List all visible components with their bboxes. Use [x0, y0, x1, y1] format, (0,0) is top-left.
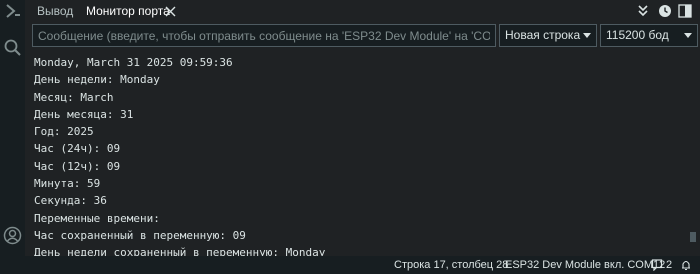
sketch-icon[interactable]: [3, 2, 22, 21]
serial-output[interactable]: Monday, March 31 2025 09:59:36 День неде…: [34, 54, 674, 259]
output-line: Час сохраненный в переменную: 09: [34, 228, 246, 242]
bell-icon[interactable]: [680, 259, 692, 271]
notification-count: 2: [666, 259, 673, 271]
send-row: Новая строка 115200 бод: [32, 24, 700, 47]
output-line: День месяца: 31: [34, 107, 134, 121]
chevron-down-icon: [684, 33, 692, 38]
close-icon[interactable]: [165, 6, 176, 17]
chevron-down-icon: [583, 33, 591, 38]
panel-icon[interactable]: [678, 4, 692, 18]
tab-serial-monitor[interactable]: Монитор порта: [86, 0, 170, 23]
activity-bar: [0, 0, 25, 274]
output-line: День недели: Monday: [34, 73, 160, 87]
search-icon[interactable]: [3, 38, 22, 57]
scrollbar-thumb[interactable]: [690, 232, 696, 242]
output-line: Секунда: 36: [34, 194, 107, 208]
output-line: Час (24ч): 09: [34, 142, 121, 156]
chevron-double-down-icon[interactable]: [636, 4, 650, 18]
message-input[interactable]: [32, 24, 496, 47]
line-ending-value: Новая строка: [505, 28, 581, 42]
account-icon[interactable]: [3, 226, 22, 245]
baud-rate-select[interactable]: 115200 бод: [600, 24, 698, 47]
tab-output[interactable]: Вывод: [37, 0, 73, 23]
status-bar: Строка 17, столбец 28 ESP32 Dev Module в…: [25, 256, 700, 274]
output-line: Год: 2025: [34, 125, 94, 139]
output-line: Минута: 59: [34, 177, 101, 191]
output-line: Переменные времени:: [34, 211, 160, 225]
baud-rate-value: 115200 бод: [606, 28, 669, 42]
cursor-position[interactable]: Строка 17, столбец 28: [394, 256, 508, 274]
output-line: Час (12ч): 09: [34, 159, 121, 173]
notification-icon[interactable]: [651, 259, 663, 271]
output-line: Месяц: March: [34, 90, 114, 104]
output-line: Monday, March 31 2025 09:59:36: [34, 56, 233, 69]
tab-bar: Вывод Монитор порта: [25, 0, 700, 23]
line-ending-select[interactable]: Новая строка: [499, 24, 597, 47]
board-port-status[interactable]: ESP32 Dev Module вкл. COM12: [505, 256, 665, 274]
clock-icon[interactable]: [658, 4, 672, 18]
